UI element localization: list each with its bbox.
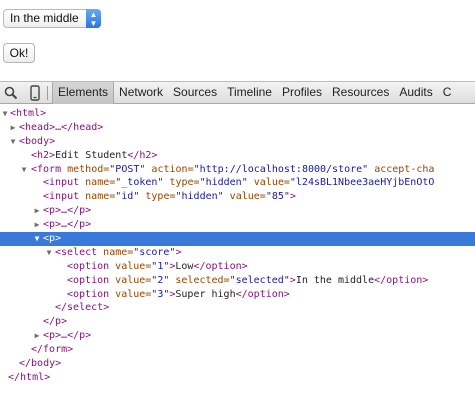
tree-row-option[interactable]: <option value="1">Low</option> <box>0 260 475 274</box>
tree-row-input-token[interactable]: <input name="_token" type="hidden" value… <box>0 176 475 190</box>
tree-row-input-id[interactable]: <input name="id" type="hidden" value="85… <box>0 190 475 204</box>
collapsed-triangle-icon[interactable]: ▶ <box>32 329 42 343</box>
tree-row-select[interactable]: ▼ <select name="score"> <box>0 246 475 260</box>
collapsed-triangle-icon[interactable]: ▶ <box>32 218 42 232</box>
select-arrows-icon: ▲ ▼ <box>86 9 101 28</box>
tree-row-p-close[interactable]: </p> <box>0 315 475 329</box>
tree-row-body-close[interactable]: </body> <box>0 357 475 371</box>
tab-network[interactable]: Network <box>114 82 168 104</box>
score-select[interactable]: In the middle ▲ ▼ <box>3 9 101 28</box>
toolbar-divider <box>47 86 48 100</box>
tree-row-body[interactable]: ▼ <body> <box>0 135 475 149</box>
tab-sources[interactable]: Sources <box>168 82 222 104</box>
collapsed-triangle-icon[interactable]: ▶ <box>32 204 42 218</box>
collapsed-triangle-icon[interactable]: ▶ <box>8 121 18 135</box>
tree-row-p-collapsed[interactable]: ▶ <p>…</p> <box>0 218 475 232</box>
tree-row-option[interactable]: <option value="2" selected="selected">In… <box>0 274 475 288</box>
tree-row-head[interactable]: ▶ <head>…</head> <box>0 121 475 135</box>
tree-row-html-close[interactable]: </html> <box>0 371 475 385</box>
tab-elements[interactable]: Elements <box>52 82 115 104</box>
tree-row-option[interactable]: <option value="3">Super high</option> <box>0 288 475 302</box>
tree-row-select-close[interactable]: </select> <box>0 301 475 315</box>
ok-button[interactable]: Ok! <box>3 43 35 63</box>
expanded-triangle-icon[interactable]: ▼ <box>19 163 29 177</box>
tree-row-h2[interactable]: <h2>Edit Student</h2> <box>0 149 475 163</box>
tree-row-html[interactable]: ▼ <html> <box>0 107 475 121</box>
tree-row-form[interactable]: ▼ <form method="POST" action="http://loc… <box>0 163 475 177</box>
expanded-triangle-icon[interactable]: ▼ <box>8 135 18 149</box>
tab-resources[interactable]: Resources <box>327 82 394 104</box>
expanded-triangle-icon[interactable]: ▼ <box>32 232 42 246</box>
tab-profiles[interactable]: Profiles <box>277 82 327 104</box>
devtools-toolbar: Elements Network Sources Timeline Profil… <box>0 81 475 104</box>
panel-tabs: Elements Network Sources Timeline Profil… <box>52 82 456 104</box>
search-icon[interactable] <box>3 85 19 101</box>
expanded-triangle-icon[interactable]: ▼ <box>44 246 54 260</box>
expanded-triangle-icon[interactable]: ▼ <box>0 107 10 121</box>
tab-console-truncated[interactable]: C <box>438 82 457 104</box>
tree-row-p-selected[interactable]: ▼ <p> <box>0 232 475 246</box>
dom-tree: ▼ <html> ▶ <head>…</head> ▼ <body> <h2>E… <box>0 107 475 385</box>
tab-audits[interactable]: Audits <box>394 82 437 104</box>
score-select-value: In the middle <box>10 11 79 25</box>
tree-row-p-collapsed[interactable]: ▶ <p>…</p> <box>0 204 475 218</box>
tab-timeline[interactable]: Timeline <box>222 82 277 104</box>
tree-row-form-close[interactable]: </form> <box>0 343 475 357</box>
tree-row-p-collapsed[interactable]: ▶ <p>…</p> <box>0 329 475 343</box>
device-mode-icon[interactable] <box>27 85 43 101</box>
